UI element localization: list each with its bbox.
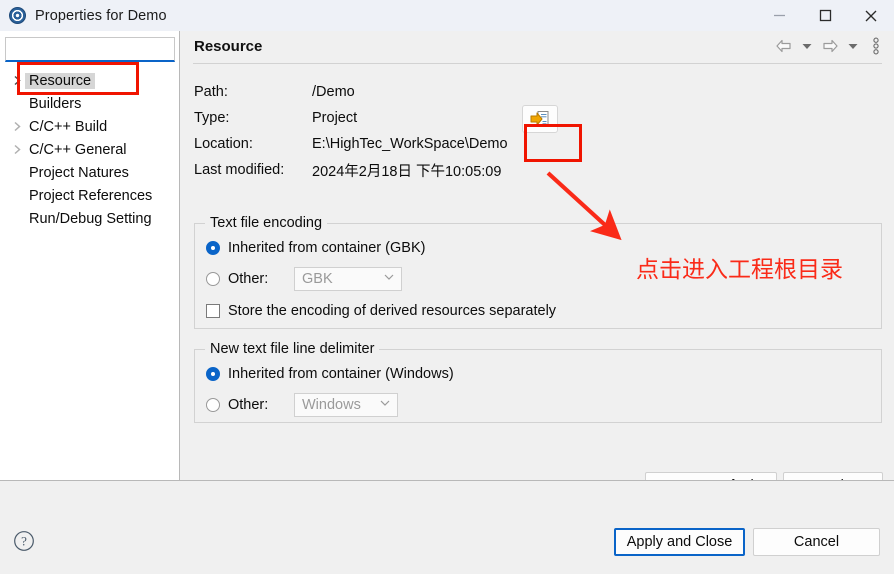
eclipse-icon [9, 7, 26, 24]
page-toolbar [774, 36, 886, 56]
sidebar-item-builders[interactable]: Builders [0, 92, 180, 115]
back-menu-chevron-down-icon[interactable] [797, 36, 817, 56]
encoding-combo[interactable]: GBK [294, 267, 402, 291]
option-label: Inherited from container (GBK) [228, 240, 426, 256]
header-divider [193, 63, 882, 64]
option-label: Other: [228, 271, 269, 287]
back-arrow-icon[interactable] [774, 36, 794, 56]
radio-icon[interactable] [206, 241, 220, 255]
property-label: Location: [194, 136, 253, 152]
svg-text:?: ? [21, 534, 27, 549]
annotation-box-resource [17, 62, 139, 95]
property-value: 2024年2月18日 下午10:05:09 [312, 163, 502, 180]
window-title: Properties for Demo [35, 7, 167, 24]
sidebar-item-label: C/C++ Build [29, 118, 108, 135]
maximize-button[interactable] [802, 0, 848, 31]
group-title: Text file encoding [205, 215, 328, 231]
radio-icon[interactable] [206, 272, 220, 286]
sidebar-item-project-natures[interactable]: Project Natures [0, 161, 180, 184]
panel-divider [179, 31, 180, 511]
title-bar: Properties for Demo [0, 0, 894, 31]
sidebar-item-label: Project Natures [29, 164, 129, 181]
encoding-inherited-option[interactable]: Inherited from container (GBK) [206, 236, 556, 260]
option-label: Other: [228, 397, 269, 413]
line-delimiter-group: New text file line delimiter Inherited f… [194, 341, 882, 423]
property-label: Type: [194, 110, 230, 126]
sidebar-item-label: Project References [29, 187, 153, 204]
delimiter-combo[interactable]: Windows [294, 393, 398, 417]
sidebar-item-cpp-general[interactable]: C/C++ General [0, 138, 180, 161]
property-value: Project [312, 110, 358, 126]
chevron-right-icon[interactable] [9, 121, 25, 132]
forward-menu-chevron-down-icon[interactable] [843, 36, 863, 56]
page-header: Resource [181, 31, 894, 62]
sidebar-item-run-debug-settings[interactable]: Run/Debug Setting [0, 207, 180, 230]
store-encoding-option[interactable]: Store the encoding of derived resources … [206, 299, 556, 323]
annotation-box-browse [524, 124, 582, 162]
property-label: Path: [194, 84, 228, 100]
option-label: Store the encoding of derived resources … [228, 303, 557, 319]
chevron-right-icon[interactable] [9, 144, 25, 155]
annotation-note: 点击进入工程根目录 [636, 257, 843, 283]
properties-dialog: Properties for Demo Resource Builders C/… [0, 0, 894, 574]
help-icon[interactable]: ? [13, 530, 35, 552]
minimize-button[interactable] [756, 0, 802, 31]
filter-input[interactable] [5, 37, 175, 62]
chevron-down-icon[interactable] [380, 400, 390, 406]
sidebar-item-project-references[interactable]: Project References [0, 184, 180, 207]
delimiter-combo-value: Windows [302, 397, 361, 413]
option-label: Inherited from container (Windows) [228, 366, 454, 382]
radio-icon[interactable] [206, 367, 220, 381]
encoding-other-option[interactable]: Other: GBK [206, 267, 556, 291]
settings-tree-panel: Resource Builders C/C++ Build C/C++ Gene… [0, 31, 180, 511]
property-label: Last modified: [194, 162, 285, 178]
forward-arrow-icon[interactable] [820, 36, 840, 56]
sidebar-item-label: Builders [29, 95, 82, 112]
sidebar-item-label: Run/Debug Setting [29, 210, 152, 227]
annotation-arrow-icon [546, 171, 622, 241]
delimiter-inherited-option[interactable]: Inherited from container (Windows) [206, 362, 454, 386]
close-button[interactable] [848, 0, 894, 31]
page-title: Resource [194, 38, 263, 55]
window-controls [756, 0, 894, 31]
sidebar-item-cpp-build[interactable]: C/C++ Build [0, 115, 180, 138]
delimiter-other-option[interactable]: Other: Windows [206, 393, 454, 417]
chevron-down-icon[interactable] [384, 274, 394, 280]
property-value: E:\HighTec_WorkSpace\Demo [312, 136, 508, 152]
property-row-path: Path: /Demo [194, 79, 884, 105]
group-title: New text file line delimiter [205, 341, 380, 357]
radio-icon[interactable] [206, 398, 220, 412]
encoding-combo-value: GBK [302, 271, 333, 287]
apply-and-close-button[interactable]: Apply and Close [614, 528, 745, 556]
property-value: /Demo [312, 84, 355, 100]
view-menu-icon[interactable] [866, 36, 886, 56]
checkbox-icon[interactable] [206, 304, 220, 318]
sidebar-item-label: C/C++ General [29, 141, 127, 158]
cancel-button[interactable]: Cancel [753, 528, 880, 556]
